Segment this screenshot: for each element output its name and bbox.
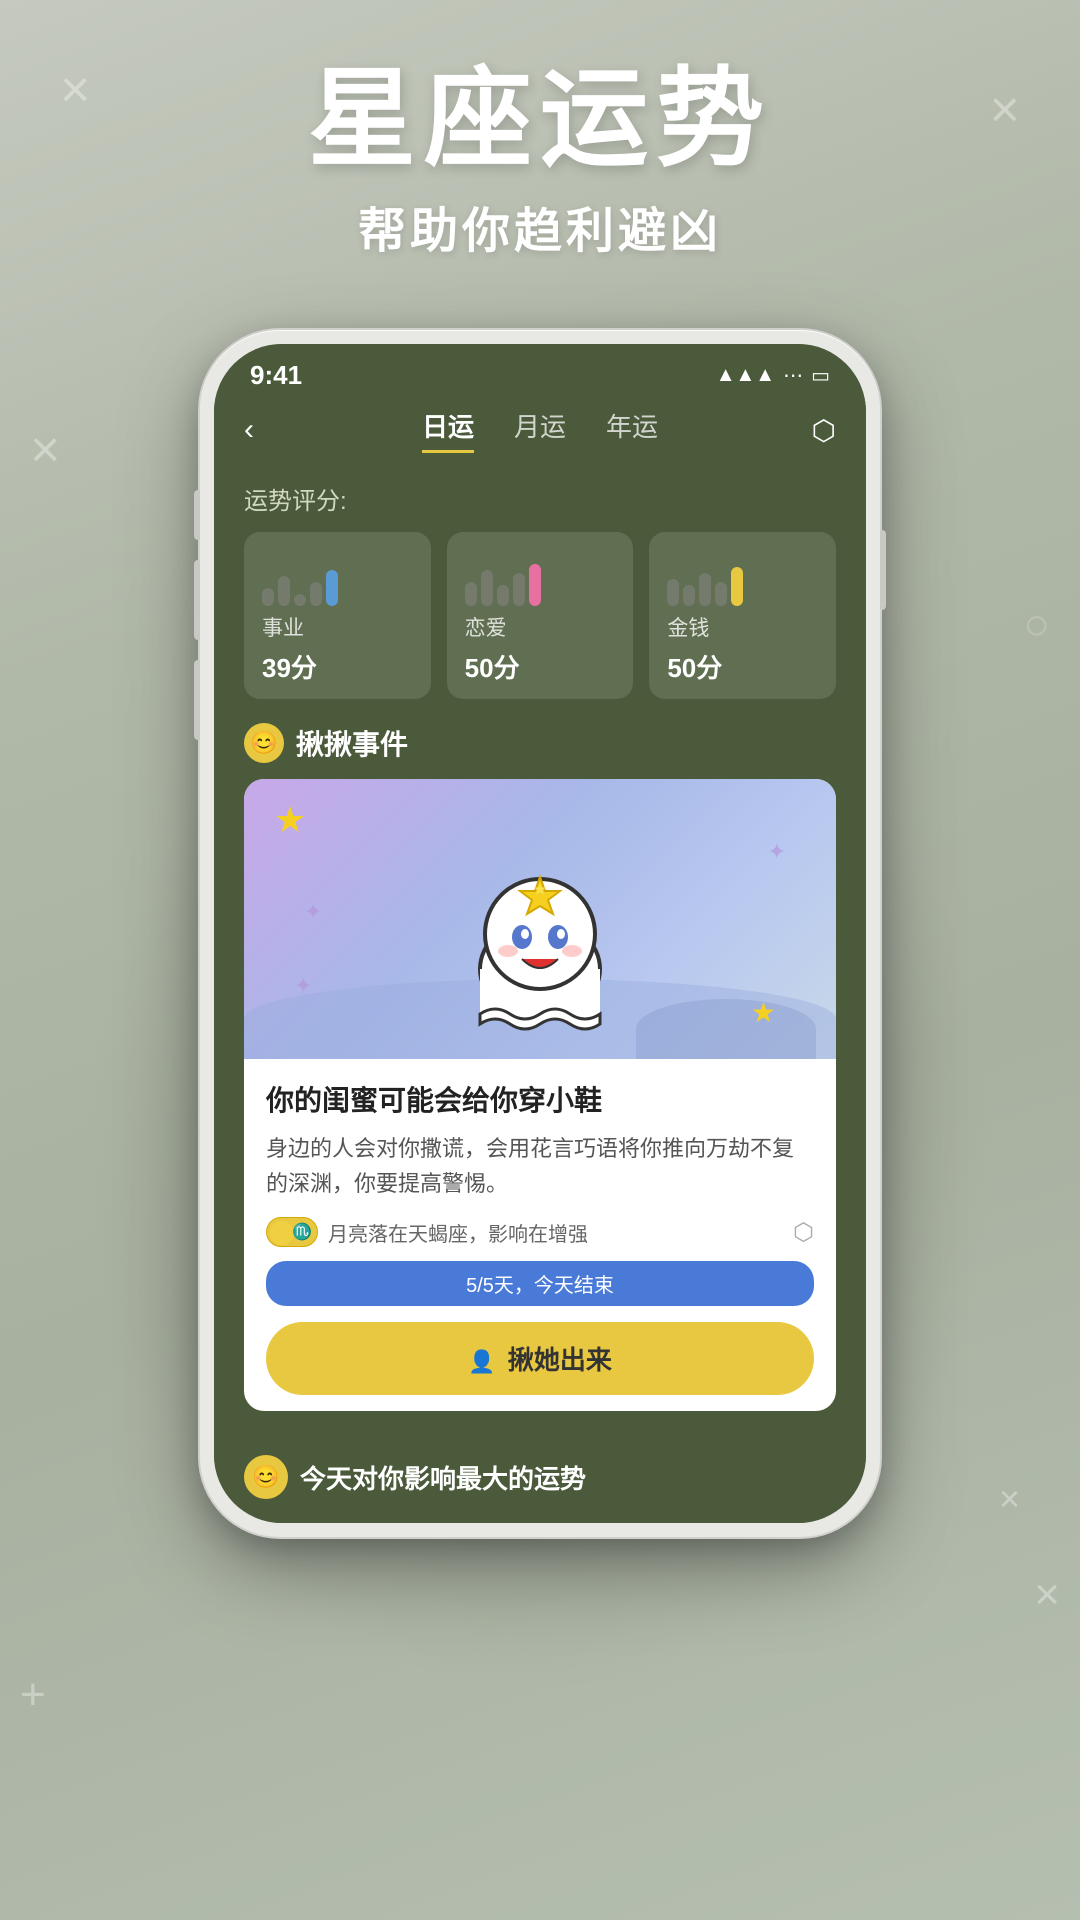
money-value: 50分 [667, 648, 818, 685]
event-card: ★ ★ ✦ ✦ ✦ [244, 779, 836, 1411]
score-label: 运势评分: [244, 481, 836, 516]
event-desc: 身边的人会对你撒谎，会用花言巧语将你推向万劫不复的深渊，你要提高警惕。 [266, 1131, 814, 1201]
phone-mockup: 9:41 ▲▲▲ ⋯ ▭ ‹ 日运 月运 年运 ⬡ [200, 330, 880, 1537]
score-cards: 事业 39分 恋爱 50分 [244, 532, 836, 699]
bottom-icon: 😊 [244, 1455, 288, 1499]
career-label: 事业 [262, 612, 413, 642]
star-deco-3: ✦ [294, 973, 312, 999]
moon-text: 月亮落在天蝎座，影响在增强 [328, 1218, 588, 1247]
event-body: 你的闺蜜可能会给你穿小鞋 身边的人会对你撒谎，会用花言巧语将你推向万劫不复的深渊… [244, 1059, 836, 1411]
content-area: 运势评分: 事业 39分 [214, 461, 866, 1435]
money-label: 金钱 [667, 612, 818, 642]
love-value: 50分 [465, 648, 616, 685]
sub-title: 帮助你趋利避凶 [0, 191, 1080, 261]
main-title: 星座运势 [0, 60, 1080, 179]
signal-icon: ▲▲▲ [716, 364, 775, 387]
score-card-money: 金钱 50分 [649, 532, 836, 699]
wifi-icon: ⋯ [783, 363, 803, 388]
star-deco-2: ✦ [304, 899, 322, 925]
battery-icon: ▭ [811, 363, 830, 388]
event-section-icon: 😊 [244, 723, 284, 763]
volume-up-button [194, 560, 200, 640]
star-small-1: ★ [751, 996, 776, 1029]
event-image: ★ ★ ✦ ✦ ✦ [244, 779, 836, 1059]
star-deco-1: ✦ [768, 839, 786, 865]
phone-inner: 9:41 ▲▲▲ ⋯ ▭ ‹ 日运 月运 年运 ⬡ [214, 344, 866, 1523]
love-label: 恋爱 [465, 612, 616, 642]
back-button[interactable]: ‹ [244, 413, 294, 447]
event-section-name: 揪揪事件 [296, 723, 408, 763]
power-button [880, 530, 886, 610]
action-button[interactable]: 👤 揪她出来 [266, 1322, 814, 1395]
tab-daily[interactable]: 日运 [422, 407, 474, 453]
bottom-text: 今天对你影响最大的运势 [300, 1459, 586, 1496]
header-section: 星座运势 帮助你趋利避凶 [0, 60, 1080, 261]
love-bar-wrap [465, 546, 616, 606]
status-time: 9:41 [250, 360, 302, 391]
ghost-character [450, 859, 630, 1039]
status-icons: ▲▲▲ ⋯ ▭ [716, 363, 830, 388]
status-bar: 9:41 ▲▲▲ ⋯ ▭ [214, 344, 866, 395]
score-card-career: 事业 39分 [244, 532, 431, 699]
nav-tabs: 日运 月运 年运 [294, 407, 786, 453]
volume-down-button [194, 660, 200, 740]
progress-bar: 5/5天，今天结束 [266, 1261, 814, 1306]
phone-frame: 9:41 ▲▲▲ ⋯ ▭ ‹ 日运 月运 年运 ⬡ [200, 330, 880, 1537]
career-value: 39分 [262, 648, 413, 685]
money-bar-wrap [667, 546, 818, 606]
bottom-section: 😊 今天对你影响最大的运势 [214, 1435, 866, 1523]
career-bar-wrap [262, 546, 413, 606]
tab-monthly[interactable]: 月运 [514, 407, 566, 453]
progress-text: 5/5天，今天结束 [466, 1275, 614, 1297]
tab-yearly[interactable]: 年运 [606, 407, 658, 453]
mute-button [194, 490, 200, 540]
nav-bar: ‹ 日运 月运 年运 ⬡ [214, 395, 866, 461]
moon-left: ♏ 月亮落在天蝎座，影响在增强 [266, 1217, 588, 1247]
score-card-love: 恋爱 50分 [447, 532, 634, 699]
event-share-icon[interactable]: ⬡ [793, 1218, 814, 1247]
share-button[interactable]: ⬡ [786, 414, 836, 447]
star-large-1: ★ [274, 799, 306, 841]
event-section-title: 😊 揪揪事件 [244, 723, 836, 763]
event-moon-row: ♏ 月亮落在天蝎座，影响在增强 ⬡ [266, 1217, 814, 1247]
event-title: 你的闺蜜可能会给你穿小鞋 [266, 1079, 814, 1119]
cloud-bg-2 [636, 999, 816, 1059]
action-btn-label: 揪她出来 [508, 1345, 612, 1375]
